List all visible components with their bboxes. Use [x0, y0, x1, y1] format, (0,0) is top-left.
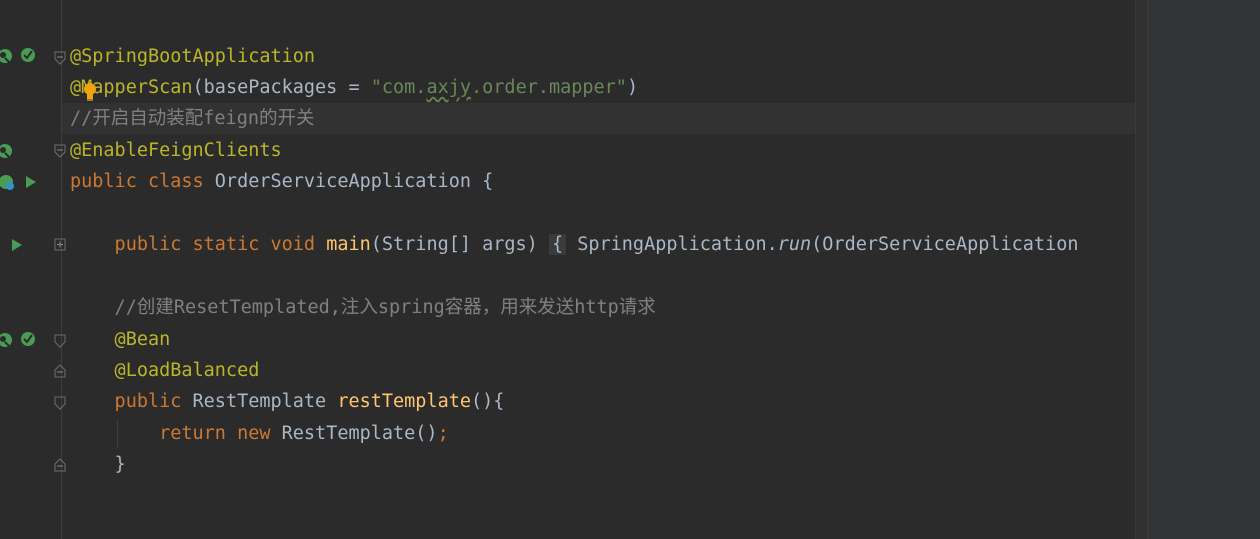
code-line[interactable]: return new RestTemplate();	[70, 418, 449, 449]
code-token: ;	[437, 423, 449, 444]
code-line[interactable]: public static void main(String[] args) {…	[70, 229, 1078, 260]
code-line[interactable]: }	[70, 449, 126, 480]
code-token: @SpringBootApplication	[70, 46, 316, 67]
code-token: (String[] args)	[370, 234, 549, 255]
bulb-icon[interactable]	[83, 82, 97, 102]
indent-guide	[117, 420, 118, 448]
fold-icon[interactable]	[54, 334, 66, 348]
code-token: //创建ResetTemplated,注入spring容器，用来发送http请求	[70, 297, 656, 318]
code-token: return new	[70, 423, 282, 444]
code-line[interactable]: @SpringBootApplication	[70, 41, 315, 72]
code-token: RestTemplate	[192, 391, 338, 412]
code-line[interactable]: @MapperScan(basePackages = "com.axjy.ord…	[70, 72, 638, 103]
code-token: @LoadBalanced	[70, 360, 260, 381]
code-token: run	[777, 234, 812, 255]
code-token: @Bean	[70, 329, 171, 350]
bean-run-icon[interactable]	[0, 173, 17, 197]
bean-icon[interactable]	[0, 331, 14, 353]
code-token: public	[70, 391, 193, 412]
code-token: )	[626, 77, 639, 98]
code-line[interactable]: //创建ResetTemplated,注入spring容器，用来发送http请求	[70, 292, 656, 323]
code-token: main	[326, 234, 371, 255]
code-line[interactable]: public class OrderServiceApplication {	[70, 166, 493, 197]
code-area[interactable]: @SpringBootApplication @MapperScan(basePa…	[70, 0, 1136, 539]
right-tool-panel	[1148, 0, 1260, 539]
code-token: .order.mapper"	[471, 77, 627, 98]
code-line[interactable]: @Bean	[70, 324, 171, 355]
code-line[interactable]: //开启自动装配feign的开关	[70, 103, 314, 134]
fold-expand-icon[interactable]	[54, 238, 66, 252]
fold-icon[interactable]	[54, 364, 66, 378]
code-token: axjy	[426, 77, 472, 98]
code-token: public class	[70, 171, 215, 192]
implemented-icon[interactable]	[19, 330, 37, 352]
run-icon[interactable]	[24, 174, 38, 194]
code-token: SpringApplication.	[566, 234, 778, 255]
code-token: (basePackages =	[192, 77, 371, 98]
code-line[interactable]: @EnableFeignClients	[70, 135, 282, 166]
run-icon[interactable]	[10, 237, 24, 257]
code-token: @EnableFeignClients	[70, 140, 282, 161]
code-token: restTemplate	[337, 391, 471, 412]
code-token: RestTemplate()	[281, 423, 438, 444]
code-editor[interactable]: @SpringBootApplication @MapperScan(basePa…	[0, 0, 1260, 539]
code-token: public static void	[70, 234, 327, 255]
code-line[interactable]: @LoadBalanced	[70, 355, 260, 386]
code-line[interactable]: public RestTemplate restTemplate(){	[70, 386, 505, 417]
fold-icon[interactable]	[54, 51, 66, 65]
right-margin-guide	[1135, 0, 1148, 539]
code-token: //开启自动装配feign的开关	[70, 108, 315, 129]
fold-icon[interactable]	[54, 458, 66, 472]
code-token: {	[548, 234, 567, 255]
bean-icon[interactable]	[0, 47, 14, 69]
code-token: (){	[470, 391, 505, 412]
implemented-icon[interactable]	[19, 46, 37, 68]
code-token: "com.	[370, 77, 427, 98]
code-token: }	[70, 454, 126, 475]
bean-icon[interactable]	[0, 142, 14, 164]
code-token: (OrderServiceApplication	[811, 234, 1079, 255]
fold-icon[interactable]	[54, 144, 66, 158]
fold-icon[interactable]	[54, 396, 66, 410]
code-token: OrderServiceApplication {	[214, 171, 494, 192]
